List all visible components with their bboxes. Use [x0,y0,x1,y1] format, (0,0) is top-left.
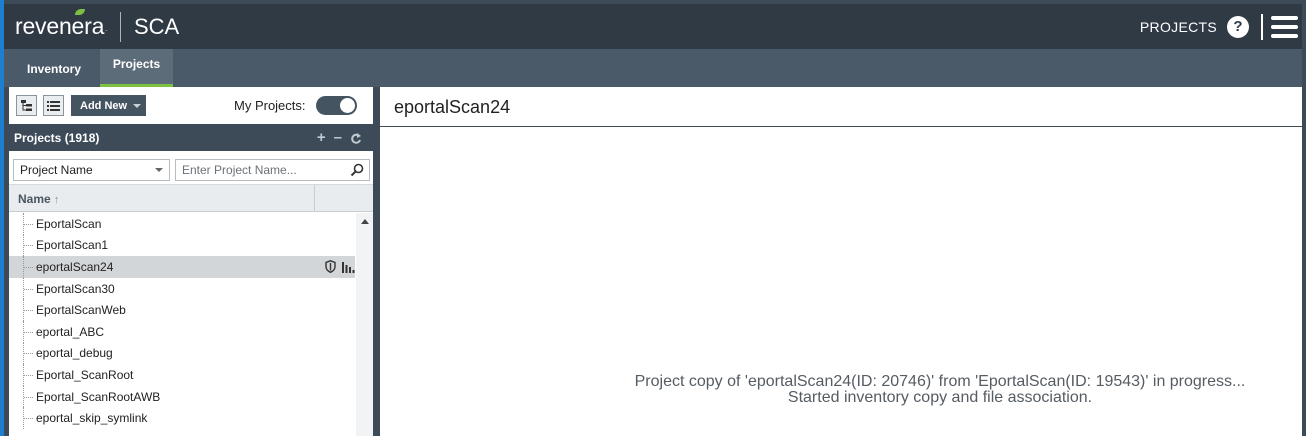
project-name: EportalScanWeb [36,303,126,318]
list-item[interactable]: Eportal_ScanRootAWB [9,385,355,408]
tree-view-icon [21,100,32,111]
tree-view-button[interactable] [16,95,37,116]
project-search-row: Project Name [9,151,373,185]
project-name: Eportal_ScanRootAWB [36,389,161,404]
header-actions: PROJECTS ? [1140,13,1302,40]
status-line-progress: Project copy of 'eportalScan24(ID: 20746… [634,373,1246,390]
project-name: EportalScan [36,216,102,231]
column-header-label: Name ↑ [18,192,60,206]
list-view-button[interactable] [43,95,64,116]
app-window: revenera. SCA PROJECTS ? Inventory Proje… [0,0,1306,436]
projects-toolbar: Add New My Projects: [9,87,373,124]
help-icon[interactable]: ? [1227,15,1249,38]
projects-count-title: Projects (1918) [14,130,100,145]
list-item[interactable]: eportal_ABC [9,320,355,343]
project-list-scrollbar[interactable] [356,213,373,436]
project-search-input[interactable] [175,159,370,181]
project-list: EportalScan EportalScan1 eportalScan24 E… [9,213,355,436]
list-item[interactable]: eportal_debug [9,342,355,365]
revenera-logo[interactable]: revenera. [15,9,107,40]
chevron-down-icon [155,168,163,172]
project-name: eportal_ABC [36,324,105,339]
projects-nav-link[interactable]: PROJECTS [1140,19,1217,35]
chevron-down-icon [133,103,142,108]
list-item-selected[interactable]: eportalScan24 [9,256,355,278]
project-detail-panel: eportalScan24 Project copy of 'eportalSc… [380,87,1302,436]
add-new-button[interactable]: Add New [71,95,146,116]
list-item[interactable]: EportalScanWeb [9,299,355,321]
search-icon[interactable] [350,163,364,177]
project-detail-title: eportalScan24 [394,97,511,117]
column-separator [314,185,315,211]
project-name: eportal_skip_symlink [36,411,148,426]
top-header: revenera. SCA PROJECTS ? [4,4,1302,49]
list-item[interactable]: Eportal_ScanRoot [9,364,355,386]
projects-panel: Add New My Projects: Projects (1918) + – [9,87,373,436]
project-name: EportalScan1 [36,238,109,253]
header-separator [1261,13,1263,40]
search-field-select-value: Project Name [20,163,93,177]
projects-header-actions: + – [317,130,362,148]
scroll-up-arrow-icon[interactable] [361,219,369,224]
sort-ascending-icon: ↑ [53,194,60,206]
name-column-header[interactable]: Name ↑ [9,185,373,212]
logo-divider [119,11,121,42]
logo-trademark: . [105,26,107,33]
my-projects-label: My Projects: [234,98,306,113]
bar-chart-icon[interactable] [342,261,355,273]
project-name: eportal_debug [36,346,113,361]
shield-icon[interactable] [325,260,336,274]
toggle-knob [339,97,356,114]
row-actions [325,260,355,274]
my-projects-toggle[interactable] [316,96,357,115]
project-name: eportalScan24 [36,259,114,274]
logo-text: revenera [15,13,105,39]
plus-icon[interactable]: + [317,130,326,148]
list-item[interactable]: EportalScan1 [9,234,355,257]
list-item[interactable]: EportalScan [9,213,355,235]
projects-header: Projects (1918) + – [9,124,373,151]
tab-inventory[interactable]: Inventory [14,49,94,87]
tab-projects[interactable]: Projects [100,49,173,87]
project-name: Eportal_ScanRoot [36,367,134,382]
project-name: EportalScan30 [36,281,115,296]
minus-icon[interactable]: – [334,130,342,148]
hamburger-menu-icon[interactable] [1271,15,1298,38]
list-item[interactable]: EportalScan30 [9,277,355,300]
product-name: SCA [133,13,180,39]
status-line-detail: Started inventory copy and file associat… [787,389,1093,406]
add-new-label: Add New [80,99,128,112]
copy-status-message: Project copy of 'eportalScan24(ID: 20746… [620,374,1260,406]
refresh-icon[interactable] [350,130,362,148]
main-tabs: Inventory Projects [4,49,1302,87]
search-field-select[interactable]: Project Name [13,159,170,181]
title-divider [380,126,1302,127]
list-item[interactable]: eportal_skip_symlink [9,407,355,429]
list-view-icon [47,100,60,111]
